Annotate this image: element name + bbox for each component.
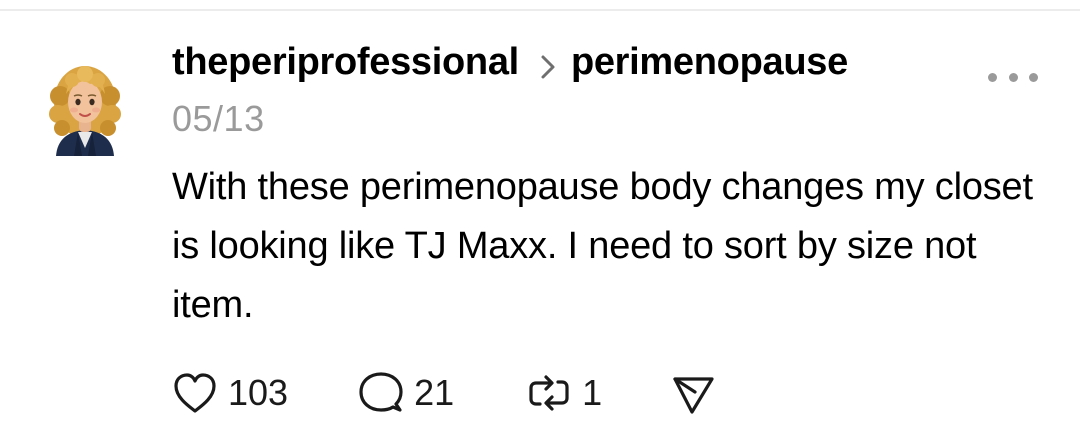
reply-button[interactable]: 21 (356, 368, 454, 418)
repost-button[interactable]: 1 (524, 368, 602, 418)
reply-count: 21 (414, 372, 455, 413)
post-actions: 103 21 1 (170, 365, 718, 421)
send-icon (668, 368, 718, 418)
repost-count: 1 (582, 372, 603, 413)
chevron-right-icon (537, 49, 559, 79)
more-options-button[interactable] (988, 62, 1038, 92)
like-button[interactable]: 103 (170, 368, 288, 418)
author-username[interactable]: theperiprofessional (172, 41, 519, 84)
avatar-illustration (49, 66, 121, 156)
more-dots-icon (988, 72, 997, 82)
heart-icon (170, 368, 220, 418)
community-name[interactable]: perimenopause (571, 41, 848, 84)
share-button[interactable] (668, 368, 718, 418)
more-dots-icon (1008, 72, 1018, 82)
post-date: 05/13 (172, 98, 265, 139)
top-divider (0, 9, 1080, 11)
like-count: 103 (228, 372, 289, 413)
comment-bubble-icon (356, 368, 406, 418)
post-text: With these perimenopause body changes my… (172, 166, 1033, 326)
more-dots-icon (1029, 72, 1038, 82)
repost-icon (524, 368, 574, 418)
author-avatar[interactable] (48, 56, 122, 156)
post-header: theperiprofessional perimenopause (172, 38, 848, 86)
